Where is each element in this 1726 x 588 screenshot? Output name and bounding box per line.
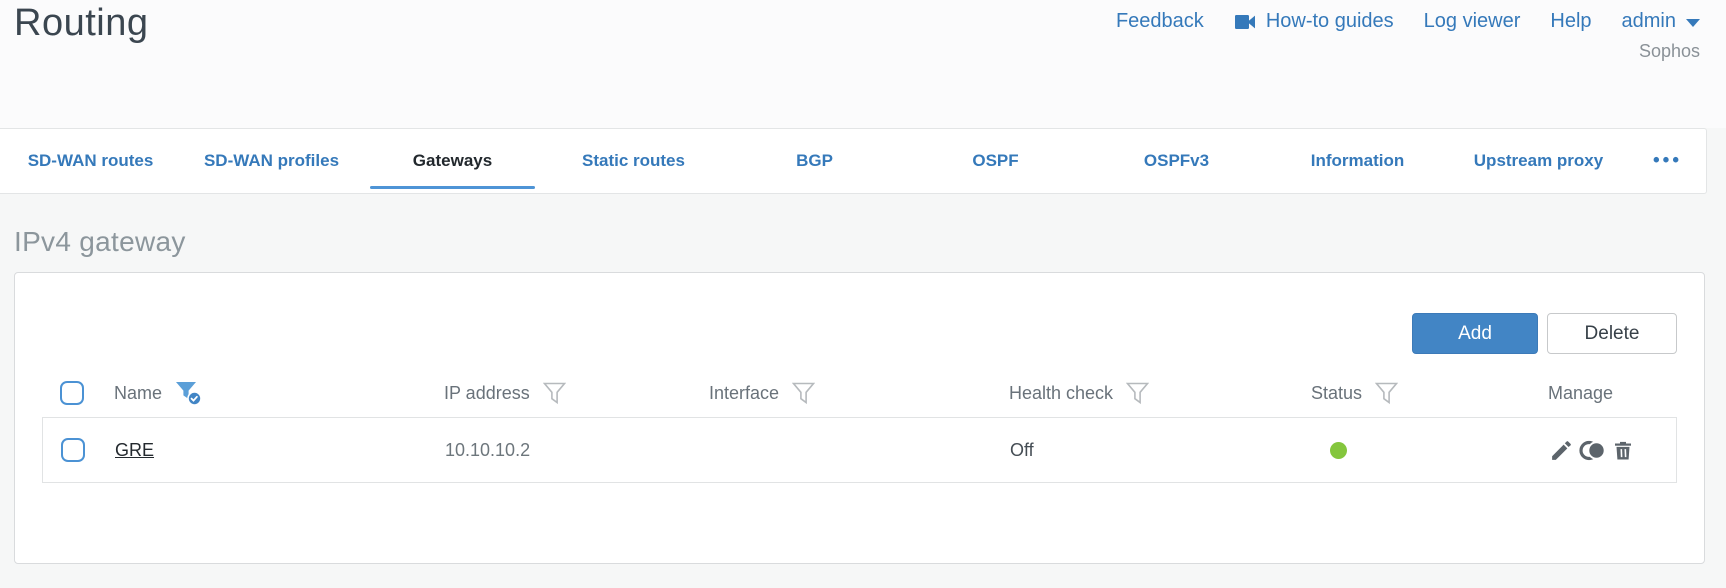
tab-ospf[interactable]: OSPF (905, 129, 1086, 193)
gateway-table: Name IP address Interface Health check S… (42, 369, 1677, 483)
gateway-name-link[interactable]: GRE (115, 440, 154, 460)
brand-label: Sophos (1638, 41, 1700, 61)
page-title: Routing (14, 2, 149, 44)
funnel-icon[interactable] (542, 382, 566, 405)
table-header-row: Name IP address Interface Health check S… (42, 369, 1677, 417)
tab-gateways[interactable]: Gateways (362, 129, 543, 193)
row-manage-actions (1549, 438, 1676, 463)
column-label-interface: Interface (709, 382, 780, 403)
column-label-ip-address: IP address (444, 382, 530, 403)
tab-information[interactable]: Information (1267, 129, 1448, 193)
pencil-icon[interactable] (1549, 438, 1574, 463)
select-all-checkbox[interactable] (60, 381, 84, 405)
column-label-name: Name (114, 382, 163, 403)
tab-ospfv3[interactable]: OSPFv3 (1086, 129, 1267, 193)
content-area: IPv4 gateway Add Delete Name IP address … (0, 226, 1726, 564)
help-link[interactable]: Help (1550, 10, 1591, 33)
howto-guides-link[interactable]: How-to guides (1234, 10, 1394, 33)
funnel-icon[interactable] (1375, 382, 1399, 405)
clone-icon[interactable] (1579, 438, 1606, 463)
section-heading: IPv4 gateway (14, 226, 186, 257)
gateway-card: Add Delete Name IP address Interface Hea… (14, 272, 1705, 564)
table-row: GRE 10.10.10.2 Off (42, 417, 1677, 483)
funnel-icon[interactable] (792, 382, 816, 405)
video-camera-icon (1234, 12, 1258, 32)
top-nav: Feedback How-to guides Log viewer Help a… (1116, 10, 1700, 33)
funnel-check-icon[interactable] (175, 380, 202, 406)
card-toolbar: Add Delete (42, 273, 1677, 354)
delete-button[interactable]: Delete (1547, 313, 1677, 354)
routing-tabs: SD-WAN routes SD-WAN profiles Gateways S… (0, 128, 1707, 194)
trash-icon[interactable] (1611, 438, 1635, 463)
user-menu[interactable]: admin (1622, 10, 1700, 33)
tab-upstream-proxy[interactable]: Upstream proxy (1448, 129, 1629, 193)
column-label-health-check: Health check (1009, 382, 1114, 403)
feedback-link[interactable]: Feedback (1116, 10, 1204, 33)
tab-static-routes[interactable]: Static routes (543, 129, 724, 193)
column-label-manage: Manage (1548, 382, 1614, 403)
gateway-ip-address: 10.10.10.2 (445, 439, 531, 460)
top-bar: Routing Feedback How-to guides Log viewe… (0, 0, 1726, 128)
status-dot (1330, 441, 1347, 459)
chevron-down-icon (1686, 19, 1700, 27)
tab-overflow-ellipsis-icon[interactable]: ••• (1629, 129, 1706, 193)
tab-bgp[interactable]: BGP (724, 129, 905, 193)
log-viewer-link[interactable]: Log viewer (1424, 10, 1521, 33)
tab-sd-wan-profiles[interactable]: SD-WAN profiles (181, 129, 362, 193)
funnel-icon[interactable] (1126, 382, 1150, 405)
add-button[interactable]: Add (1412, 313, 1538, 354)
tab-sd-wan-routes[interactable]: SD-WAN routes (0, 129, 181, 193)
gateway-health-check: Off (1010, 439, 1034, 460)
row-checkbox[interactable] (61, 438, 85, 462)
column-label-status: Status (1311, 382, 1363, 403)
